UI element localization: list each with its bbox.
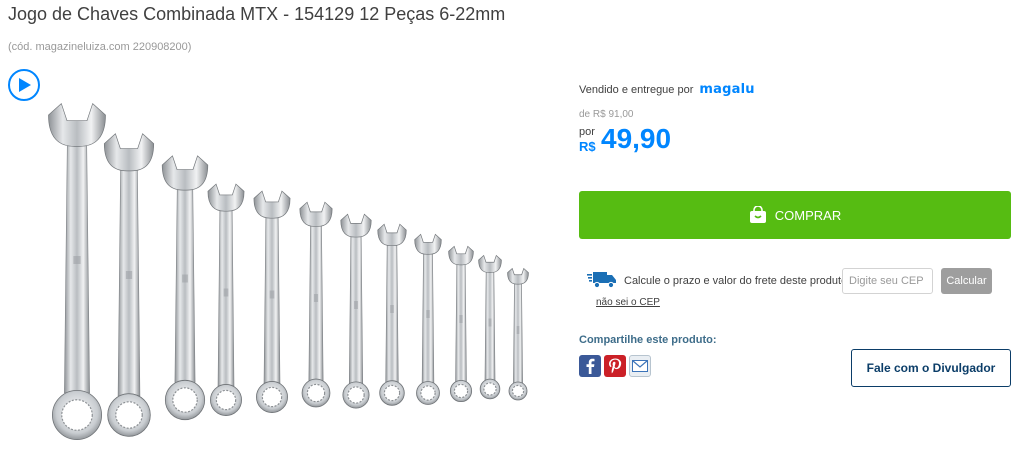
wrench-graphic — [377, 223, 407, 406]
wrench-graphic — [340, 213, 372, 409]
price-currency: R$ — [579, 139, 596, 154]
cep-input[interactable] — [842, 268, 933, 294]
play-icon — [19, 78, 31, 92]
wrench-graphic — [507, 267, 529, 401]
product-image[interactable] — [20, 95, 560, 440]
product-title: Jogo de Chaves Combinada MTX - 154129 12… — [8, 4, 506, 24]
seller-info: Vendido e entregue por magalu — [579, 82, 755, 97]
calculate-button[interactable]: Calcular — [941, 268, 992, 294]
unknown-cep-link[interactable]: não sei o CEP — [596, 297, 660, 308]
shipping-label: Calcule o prazo e valor do frete deste p… — [624, 275, 851, 287]
wrench-graphic — [478, 254, 502, 400]
contact-seller-button[interactable]: Fale com o Divulgador — [851, 349, 1011, 387]
price-prefix: por — [579, 126, 595, 138]
wrench-graphic — [299, 201, 333, 408]
wrench-graphic — [253, 190, 291, 413]
wrench-graphic — [161, 155, 209, 421]
seller-label: Vendido e entregue por — [579, 83, 694, 96]
pinterest-icon[interactable] — [604, 355, 626, 377]
facebook-icon[interactable] — [579, 355, 601, 377]
magalu-logo[interactable]: magalu — [699, 82, 754, 97]
buy-button[interactable]: COMPRAR — [579, 191, 1011, 239]
wrench-graphic — [414, 233, 442, 405]
delivery-truck-icon — [587, 272, 616, 289]
wrench-graphic — [207, 183, 245, 416]
price-value: 49,90 — [601, 123, 672, 154]
product-sku: (cód. magazineluiza.com 220908200) — [8, 41, 192, 53]
buy-button-label: COMPRAR — [774, 207, 842, 223]
old-price: de R$ 91,00 — [579, 109, 634, 120]
wrench-graphic — [48, 102, 106, 440]
share-title: Compartilhe este produto: — [579, 334, 717, 346]
email-icon[interactable] — [629, 355, 651, 377]
shopping-bag-icon — [749, 206, 767, 224]
wrench-graphic — [448, 245, 474, 403]
wrench-graphic — [103, 133, 155, 437]
